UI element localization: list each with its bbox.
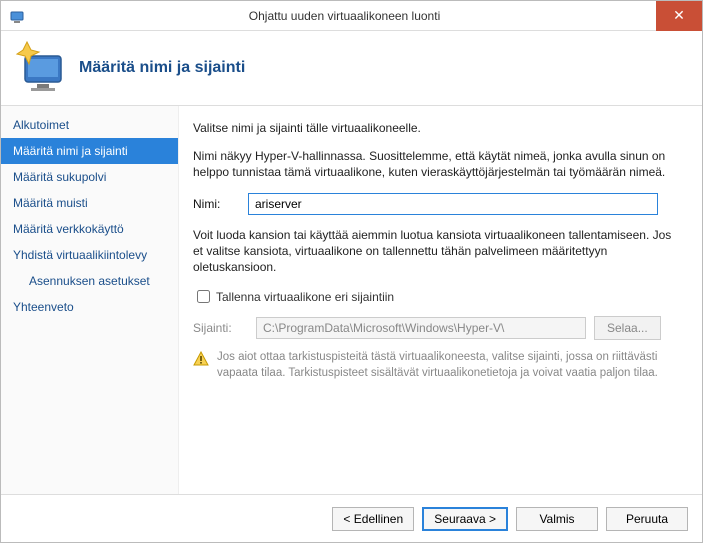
- intro-text: Valitse nimi ja sijainti tälle virtuaali…: [193, 120, 684, 136]
- wizard-icon: [11, 38, 71, 98]
- sidebar-item-network[interactable]: Määritä verkkokäyttö: [1, 216, 178, 242]
- wizard-body: Alkutoimet Määritä nimi ja sijainti Määr…: [1, 106, 702, 494]
- name-row: Nimi:: [193, 193, 684, 215]
- warning-row: Jos aiot ottaa tarkistuspisteitä tästä v…: [193, 350, 684, 381]
- app-icon: [9, 8, 25, 24]
- warning-text: Jos aiot ottaa tarkistuspisteitä tästä v…: [217, 350, 684, 381]
- finish-button[interactable]: Valmis: [516, 507, 598, 531]
- sidebar-item-vhd[interactable]: Yhdistä virtuaalikiintolevy: [1, 242, 178, 268]
- store-different-location-checkbox[interactable]: [197, 290, 210, 303]
- name-label: Nimi:: [193, 197, 248, 211]
- location-input: [256, 317, 586, 339]
- close-button[interactable]: ✕: [656, 1, 702, 31]
- location-label: Sijainti:: [193, 321, 248, 335]
- warning-icon: [193, 351, 209, 367]
- sidebar-item-install-options[interactable]: Asennuksen asetukset: [1, 268, 178, 294]
- desc-text: Nimi näkyy Hyper-V-hallinnassa. Suositte…: [193, 148, 684, 180]
- sidebar-item-start[interactable]: Alkutoimet: [1, 112, 178, 138]
- folder-hint: Voit luoda kansion tai käyttää aiemmin l…: [193, 227, 684, 276]
- store-different-location-row: Tallenna virtuaalikone eri sijaintiin: [193, 287, 684, 306]
- sidebar-item-generation[interactable]: Määritä sukupolvi: [1, 164, 178, 190]
- back-button[interactable]: < Edellinen: [332, 507, 414, 531]
- name-input[interactable]: [248, 193, 658, 215]
- sidebar-item-name-location[interactable]: Määritä nimi ja sijainti: [1, 138, 178, 164]
- sidebar-item-memory[interactable]: Määritä muisti: [1, 190, 178, 216]
- location-row: Sijainti: Selaa...: [193, 316, 684, 340]
- wizard-header: Määritä nimi ja sijainti: [1, 31, 702, 106]
- sidebar: Alkutoimet Määritä nimi ja sijainti Määr…: [1, 106, 179, 494]
- window-title: Ohjattu uuden virtuaalikoneen luonti: [33, 9, 656, 23]
- footer: < Edellinen Seuraava > Valmis Peruuta: [1, 494, 702, 542]
- titlebar: Ohjattu uuden virtuaalikoneen luonti ✕: [1, 1, 702, 31]
- browse-button: Selaa...: [594, 316, 661, 340]
- content-panel: Valitse nimi ja sijainti tälle virtuaali…: [179, 106, 702, 494]
- sidebar-item-summary[interactable]: Yhteenveto: [1, 294, 178, 320]
- close-icon: ✕: [673, 7, 685, 24]
- next-button[interactable]: Seuraava >: [422, 507, 508, 531]
- page-title: Määritä nimi ja sijainti: [79, 59, 245, 77]
- store-different-location-label: Tallenna virtuaalikone eri sijaintiin: [216, 290, 394, 304]
- cancel-button[interactable]: Peruuta: [606, 507, 688, 531]
